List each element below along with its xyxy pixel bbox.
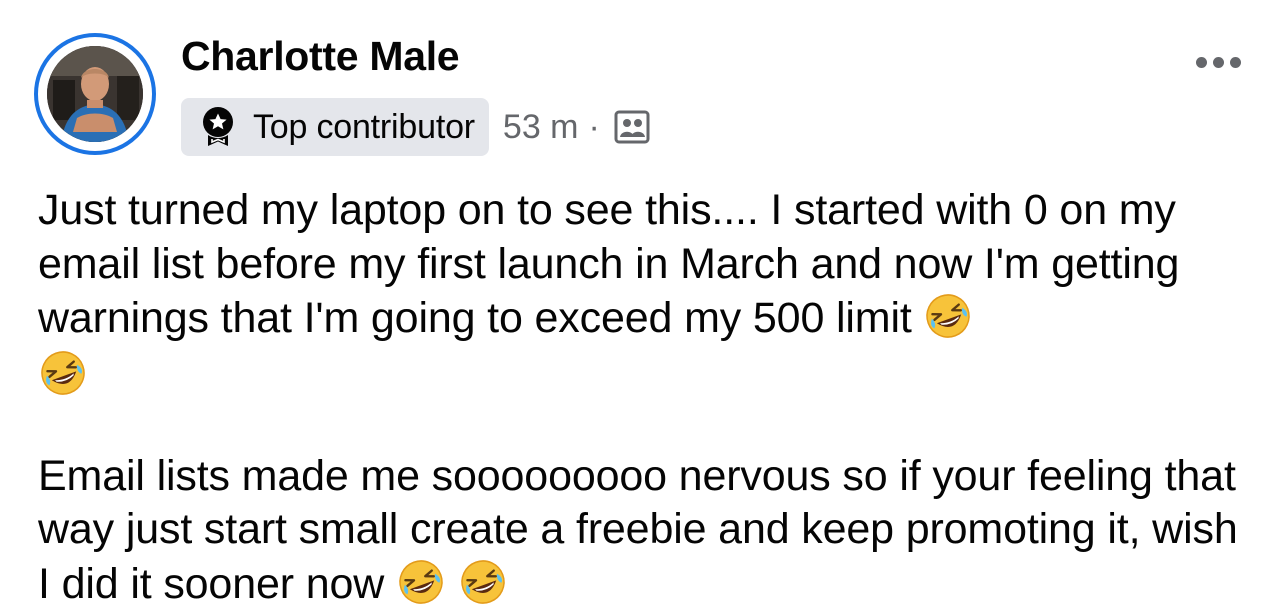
top-contributor-badge-icon [203,107,233,146]
more-options-icon [1195,56,1207,68]
rolling-laughing-emoji-icon [396,557,446,607]
top-contributor-badge[interactable]: Top contributor [181,98,489,156]
profile-avatar-button[interactable] [34,33,156,155]
avatar [47,46,143,142]
paragraph-text: Just turned my laptop on to see this....… [38,186,1180,342]
post-timestamp[interactable]: 53 m [503,108,579,147]
author-name[interactable]: Charlotte Male [181,33,460,79]
paragraph-text: Email lists made me sooooooooo nervous s… [38,451,1238,608]
more-options-button[interactable] [1190,50,1246,74]
post-paragraph: Email lists made me sooooooooo nervous s… [38,450,1238,612]
badge-label: Top contributor [253,107,475,146]
meta-separator: · [588,107,600,146]
post-body: Just turned my laptop on to see this....… [38,184,1238,611]
rolling-laughing-emoji-icon [458,557,508,607]
avatar-photo [47,46,143,142]
more-options-icon-dot [1212,56,1224,68]
post-meta: Top contributor 53 m · [181,98,650,156]
post-paragraph: Just turned my laptop on to see this....… [38,184,1238,346]
more-options-icon-dot [1229,56,1241,68]
rolling-laughing-emoji-icon [38,348,88,398]
post-card: Charlotte Male Top contributor 53 m · Ju… [0,0,1265,615]
group-members-icon[interactable] [614,109,650,145]
rolling-laughing-emoji-icon [923,291,973,341]
